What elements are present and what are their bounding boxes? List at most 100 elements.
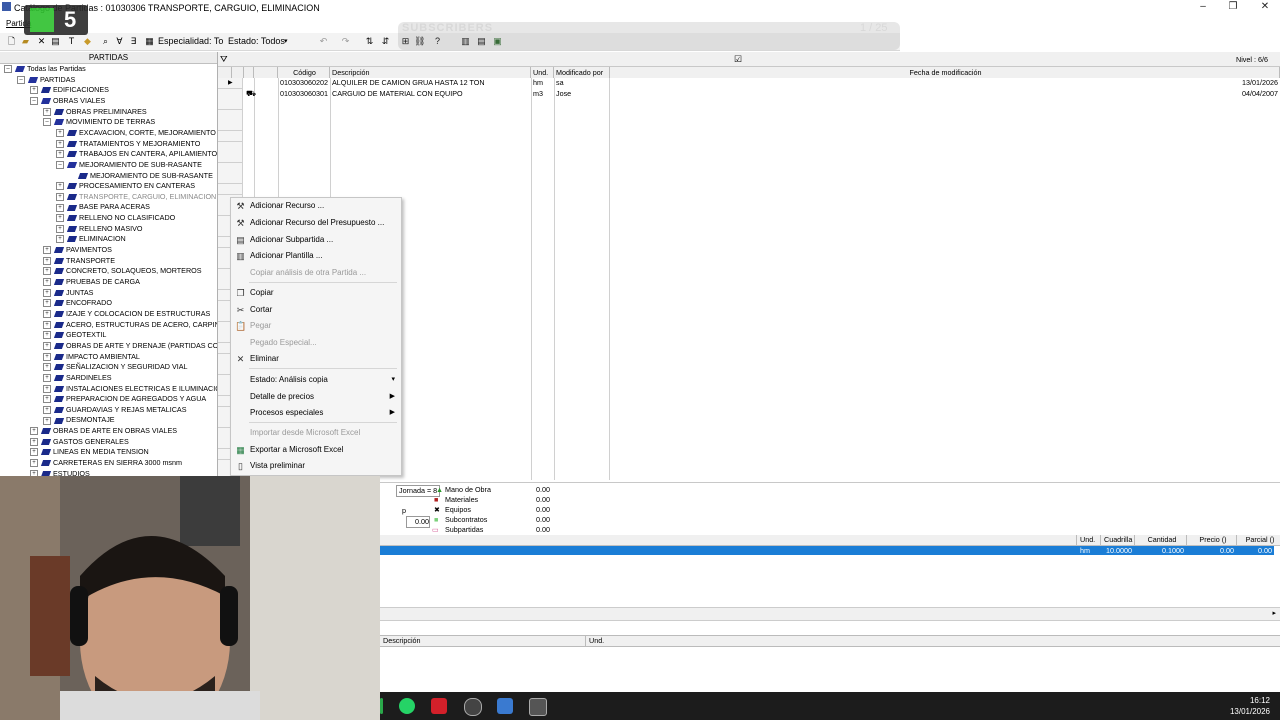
- expand-icon[interactable]: +: [56, 214, 64, 223]
- row-selector[interactable]: [218, 184, 242, 195]
- row-selector[interactable]: [218, 162, 242, 174]
- row-selector[interactable]: [218, 141, 242, 153]
- tree-node[interactable]: + PRUEBAS DE CARGA: [43, 277, 140, 287]
- tree-node[interactable]: + CONCRETO, SOLAQUEOS, MORTEROS: [43, 266, 202, 276]
- context-menu-item[interactable]: ▦ Exportar a Microsoft Excel: [231, 442, 401, 458]
- context-menu-item[interactable]: Procesos especiales ▶: [231, 405, 401, 421]
- tree-node[interactable]: + ACERO, ESTRUCTURAS DE ACERO, CARPINTE: [43, 320, 217, 330]
- tree-node[interactable]: + PREPARACION DE AGREGADOS Y AGUA: [43, 394, 206, 404]
- tree-node[interactable]: + LINEAS EN MEDIA TENSION: [30, 447, 149, 457]
- bottom-col-und[interactable]: Und.: [585, 636, 785, 646]
- context-menu-item[interactable]: ✕ Eliminar: [231, 351, 401, 367]
- tree-node[interactable]: + RELLENO MASIVO: [56, 224, 143, 234]
- tree-node[interactable]: + EXCAVACION, CORTE, MEJORAMIENTO: [56, 128, 216, 138]
- tree-node[interactable]: + IZAJE Y COLOCACION DE ESTRUCTURAS: [43, 309, 210, 319]
- estado-dropdown-icon[interactable]: ▾: [284, 35, 288, 48]
- tree-node[interactable]: + PROCESAMIENTO EN CANTERAS: [56, 181, 195, 191]
- especialidad-selector[interactable]: Especialidad: To: [158, 35, 223, 48]
- expand-icon[interactable]: +: [43, 331, 51, 340]
- filter-icon[interactable]: ∀: [114, 36, 125, 47]
- expand-icon[interactable]: +: [56, 224, 64, 233]
- expand-icon[interactable]: +: [43, 246, 51, 255]
- close-button[interactable]: ✕: [1250, 1, 1280, 12]
- expand-icon[interactable]: +: [30, 427, 38, 436]
- context-menu-item[interactable]: ▯ Vista preliminar: [231, 458, 401, 474]
- tree-node[interactable]: – PARTIDAS: [17, 75, 75, 85]
- row-selector[interactable]: [218, 173, 242, 185]
- whatsapp-icon[interactable]: [399, 698, 415, 714]
- tree-node[interactable]: – MOVIMIENTO DE TERRAS: [43, 117, 155, 127]
- tree-node[interactable]: + BASE PARA ACERAS: [56, 202, 150, 212]
- tree-node[interactable]: + GEOTEXTIL: [43, 330, 106, 340]
- row-selector[interactable]: [218, 120, 242, 132]
- expand-icon[interactable]: +: [43, 352, 51, 361]
- expand-icon[interactable]: +: [56, 139, 64, 148]
- res-col-cuadrilla[interactable]: Cuadrilla: [1100, 535, 1134, 545]
- tree-node[interactable]: + EDIFICACIONES: [30, 85, 109, 95]
- context-menu-item[interactable]: Estado: Análisis copia ▾: [231, 372, 401, 388]
- expand-icon[interactable]: +: [56, 182, 64, 191]
- tree-node[interactable]: + ELIMINACION: [56, 234, 126, 244]
- format-icon[interactable]: T: [66, 36, 77, 47]
- tree-node[interactable]: + RELLENO NO CLASIFICADO: [56, 213, 175, 223]
- open-icon[interactable]: ▰: [20, 36, 31, 47]
- table-row[interactable]: ⛟ 010303060301 CARGUIO DE MATERIAL CON E…: [218, 89, 1280, 99]
- table-row[interactable]: ▶ 010303060202 ALQUILER DE CAMION GRUA H…: [218, 78, 1280, 88]
- resource-row-selected[interactable]: hm 10.0000 0.1000 0.00 0.00: [380, 546, 1274, 555]
- expand-icon[interactable]: +: [43, 288, 51, 297]
- tree-node[interactable]: + TRANSPORTE: [43, 256, 115, 266]
- new-icon[interactable]: 🗋: [6, 36, 17, 47]
- tree-node[interactable]: + PAVIMENTOS: [43, 245, 112, 255]
- expand-icon[interactable]: +: [43, 310, 51, 319]
- collapse-icon[interactable]: –: [43, 118, 51, 127]
- minimize-button[interactable]: –: [1188, 1, 1218, 12]
- expand-icon[interactable]: +: [43, 373, 51, 382]
- expand-icon[interactable]: +: [56, 203, 64, 212]
- tree-node[interactable]: + CARRETERAS EN SIERRA 3000 msnm: [30, 458, 182, 468]
- tree-node[interactable]: + TRANSPORTE, CARGUIO, ELIMINACION: [56, 192, 216, 202]
- column-modificado[interactable]: Modificado por: [554, 67, 610, 78]
- column-descripcion[interactable]: Descripción: [330, 67, 531, 78]
- expand-icon[interactable]: +: [43, 320, 51, 329]
- tree-node[interactable]: – MEJORAMIENTO DE SUB-RASANTE: [56, 160, 202, 170]
- expand-icon[interactable]: +: [43, 107, 51, 116]
- expand-icon[interactable]: +: [43, 267, 51, 276]
- tree-node[interactable]: + ENCOFRADO: [43, 298, 112, 308]
- expand-icon[interactable]: +: [56, 150, 64, 159]
- collapse-icon[interactable]: –: [56, 160, 64, 169]
- row-selector[interactable]: [218, 152, 242, 164]
- scroll-right-icon[interactable]: ▸: [1272, 609, 1276, 617]
- res-col-precio[interactable]: Precio (): [1186, 535, 1236, 545]
- expand-icon[interactable]: +: [30, 459, 38, 468]
- tree-node[interactable]: MEJORAMIENTO DE SUB-RASANTE: [69, 171, 213, 181]
- expand-icon[interactable]: +: [43, 395, 51, 404]
- sort-asc-icon[interactable]: ⇅: [364, 36, 375, 47]
- context-menu-item[interactable]: Detalle de precios ▶: [231, 389, 401, 405]
- row-selector[interactable]: [218, 131, 242, 142]
- context-menu-item[interactable]: ⚒ Adicionar Recurso ...: [231, 198, 401, 214]
- tree-node[interactable]: + INSTALACIONES ELECTRICAS E ILUMINACION: [43, 384, 217, 394]
- tree-node[interactable]: – Todas las Partidas: [4, 64, 86, 74]
- properties-icon[interactable]: ▤: [50, 36, 61, 47]
- value-field[interactable]: 0.00: [406, 516, 430, 528]
- context-menu-item[interactable]: ⚒ Adicionar Recurso del Presupuesto ...: [231, 215, 401, 231]
- expand-icon[interactable]: +: [30, 448, 38, 457]
- row-selector[interactable]: [218, 99, 242, 111]
- collapse-icon[interactable]: –: [30, 97, 38, 106]
- tree-node[interactable]: + OBRAS DE ARTE EN OBRAS VIALES: [30, 426, 177, 436]
- context-menu-item[interactable]: ❐ Copiar: [231, 285, 401, 301]
- context-menu-item[interactable]: ✂ Cortar: [231, 302, 401, 318]
- pdf-reader-icon[interactable]: [431, 698, 447, 714]
- obs-icon[interactable]: [464, 698, 482, 716]
- context-menu-item[interactable]: ▤ Adicionar Subpartida ...: [231, 232, 401, 248]
- tree-node[interactable]: + IMPACTO AMBIENTAL: [43, 352, 140, 362]
- tree-node[interactable]: – OBRAS VIALES: [30, 96, 105, 106]
- filter-clear-icon[interactable]: ∃: [128, 36, 139, 47]
- calculator-icon[interactable]: [497, 698, 513, 714]
- tree-node[interactable]: + OBRAS PRELIMINARES: [43, 107, 147, 117]
- res-col-und[interactable]: Und.: [1076, 535, 1100, 545]
- expand-icon[interactable]: +: [56, 128, 64, 137]
- check-icon[interactable]: ☑: [734, 54, 742, 65]
- maximize-button[interactable]: ❐: [1218, 1, 1248, 12]
- expand-icon[interactable]: +: [30, 86, 38, 95]
